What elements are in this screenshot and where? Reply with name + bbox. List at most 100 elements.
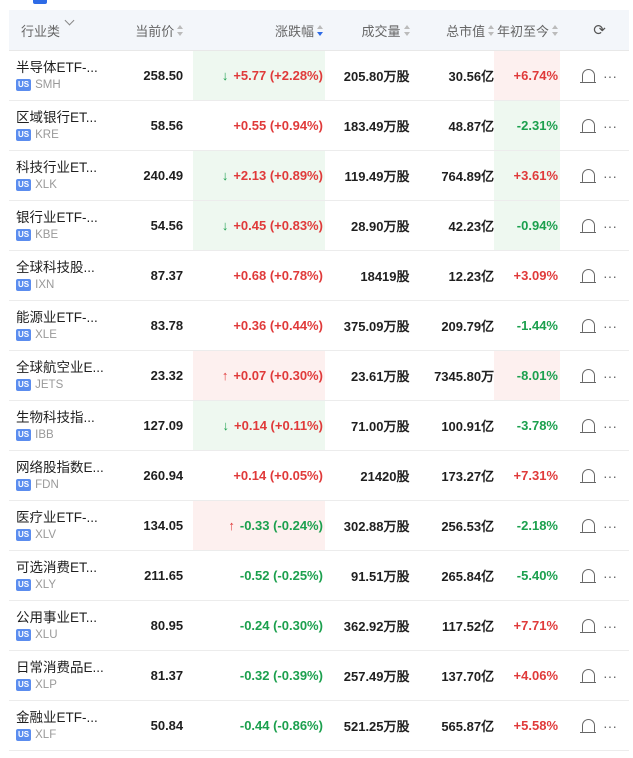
table-row[interactable]: 全球航空业E... US JETS 23.32 ↑ +0.07 (+0.30%)… xyxy=(9,351,629,401)
more-icon[interactable]: ··· xyxy=(603,368,617,384)
cap-cell: 173.27亿 xyxy=(410,451,494,500)
cap-cell: 209.79亿 xyxy=(410,301,494,350)
alert-bell-icon[interactable] xyxy=(580,419,596,433)
industry-filter[interactable]: 行业类 xyxy=(9,15,117,40)
change-cell: ↑ +0.07 (+0.30%) xyxy=(193,351,325,400)
alert-bell-icon[interactable] xyxy=(580,619,596,633)
more-icon[interactable]: ··· xyxy=(603,618,617,634)
sort-change[interactable]: 涨跌幅 xyxy=(193,21,325,40)
alert-bell-icon[interactable] xyxy=(580,219,596,233)
market-badge: US xyxy=(16,629,32,641)
sort-price[interactable]: 当前价 xyxy=(117,21,184,40)
change-cell: ↑ -0.33 (-0.24%) xyxy=(193,501,325,550)
volume-cell: 71.00万股 xyxy=(325,401,410,450)
ytd-cell: -3.78% xyxy=(494,401,560,450)
table-row[interactable]: 半导体ETF-... US SMH 258.50 ↓ +5.77 (+2.28%… xyxy=(9,51,629,101)
ytd-value: +5.58% xyxy=(513,718,558,733)
ytd-value: -8.01% xyxy=(516,368,558,383)
ytd-cell: -2.18% xyxy=(494,501,560,550)
table-row[interactable]: 网络股指数E... US FDN 260.94 +0.14 (+0.05%) 2… xyxy=(9,451,629,501)
sort-cap[interactable]: 总市值 xyxy=(410,21,495,40)
sort-desc-icon xyxy=(317,24,323,36)
market-badge: US xyxy=(16,679,32,691)
alert-bell-icon[interactable] xyxy=(580,119,596,133)
more-icon[interactable]: ··· xyxy=(603,568,617,584)
alert-bell-icon[interactable] xyxy=(580,319,596,333)
change-cell: ↓ +0.45 (+0.83%) xyxy=(193,201,325,250)
etf-name: 全球航空业E... xyxy=(16,360,104,375)
more-icon[interactable]: ··· xyxy=(603,218,617,234)
trend-arrow-icon: ↑ xyxy=(228,518,235,533)
etf-name: 科技行业ET... xyxy=(16,160,98,175)
volume-value: 375.09万股 xyxy=(343,319,410,334)
alert-bell-icon[interactable] xyxy=(580,69,596,83)
more-icon[interactable]: ··· xyxy=(603,718,617,734)
price-value: 50.84 xyxy=(150,718,184,733)
etf-name: 能源业ETF-... xyxy=(16,310,98,325)
cap-value: 12.23亿 xyxy=(448,269,495,284)
price-value: 211.65 xyxy=(144,568,184,583)
market-badge: US xyxy=(16,379,32,391)
row-actions: ··· xyxy=(560,51,629,100)
price-value: 23.32 xyxy=(150,368,184,383)
more-icon[interactable]: ··· xyxy=(603,468,617,484)
ytd-value: -3.78% xyxy=(516,418,558,433)
market-badge: US xyxy=(16,79,32,91)
table-row[interactable]: 银行业ETF-... US KBE 54.56 ↓ +0.45 (+0.83%)… xyxy=(9,201,629,251)
table-row[interactable]: 全球科技股... US IXN 87.37 +0.68 (+0.78%) 184… xyxy=(9,251,629,301)
volume-value: 257.49万股 xyxy=(343,669,410,684)
etf-code: KRE xyxy=(35,129,59,141)
etf-code: IXN xyxy=(35,279,55,291)
alert-bell-icon[interactable] xyxy=(580,569,596,583)
ytd-value: +7.31% xyxy=(513,468,558,483)
more-icon[interactable]: ··· xyxy=(603,68,617,84)
ytd-value: +3.61% xyxy=(513,168,558,183)
alert-bell-icon[interactable] xyxy=(580,469,596,483)
change-cell: ↓ +0.14 (+0.11%) xyxy=(193,401,325,450)
table-row[interactable]: 区域银行ET... US KRE 58.56 +0.55 (+0.94%) 18… xyxy=(9,101,629,151)
alert-bell-icon[interactable] xyxy=(580,519,596,533)
table-row[interactable]: 能源业ETF-... US XLE 83.78 +0.36 (+0.44%) 3… xyxy=(9,301,629,351)
refresh-button[interactable]: ⟳ xyxy=(560,21,629,39)
more-icon[interactable]: ··· xyxy=(603,168,617,184)
table-row[interactable]: 生物科技指... US IBB 127.09 ↓ +0.14 (+0.11%) … xyxy=(9,401,629,451)
table-row[interactable]: 日常消费品E... US XLP 81.37 -0.32 (-0.39%) 25… xyxy=(9,651,629,701)
etf-name: 全球科技股... xyxy=(16,260,95,275)
more-icon[interactable]: ··· xyxy=(603,318,617,334)
volume-cell: 91.51万股 xyxy=(325,551,410,600)
ytd-value: +4.06% xyxy=(513,668,558,683)
more-icon[interactable]: ··· xyxy=(603,118,617,134)
price-cell: 83.78 xyxy=(117,301,184,350)
volume-cell: 257.49万股 xyxy=(325,651,410,700)
table-row[interactable]: 科技行业ET... US XLK 240.49 ↓ +2.13 (+0.89%)… xyxy=(9,151,629,201)
trend-arrow-icon: ↓ xyxy=(221,168,229,183)
ytd-value: -5.40% xyxy=(516,568,558,583)
more-icon[interactable]: ··· xyxy=(603,268,617,284)
cap-value: 256.53亿 xyxy=(441,519,495,534)
etf-code: XLK xyxy=(35,179,57,191)
price-cell: 50.84 xyxy=(117,701,184,750)
alert-bell-icon[interactable] xyxy=(580,369,596,383)
table-row[interactable]: 公用事业ET... US XLU 80.95 -0.24 (-0.30%) 36… xyxy=(9,601,629,651)
volume-cell: 18419股 xyxy=(325,251,409,300)
etf-code-line: US XLE xyxy=(16,329,57,341)
ytd-cell: -2.31% xyxy=(494,101,560,150)
ytd-value: -1.44% xyxy=(516,318,558,333)
change-cell: +0.36 (+0.44%) xyxy=(193,301,325,350)
sort-ytd[interactable]: 年初至今 xyxy=(494,21,560,40)
more-icon[interactable]: ··· xyxy=(603,518,617,534)
alert-bell-icon[interactable] xyxy=(580,669,596,683)
table-row[interactable]: 金融业ETF-... US XLF 50.84 -0.44 (-0.86%) 5… xyxy=(9,701,629,751)
more-icon[interactable]: ··· xyxy=(603,418,617,434)
trend-arrow-icon: ↓ xyxy=(221,218,229,233)
more-icon[interactable]: ··· xyxy=(603,668,617,684)
alert-bell-icon[interactable] xyxy=(580,269,596,283)
alert-bell-icon[interactable] xyxy=(580,169,596,183)
table-row[interactable]: 医疗业ETF-... US XLV 134.05 ↑ -0.33 (-0.24%… xyxy=(9,501,629,551)
etf-name-cell: 能源业ETF-... US XLE xyxy=(9,301,117,350)
sort-volume[interactable]: 成交量 xyxy=(325,21,410,40)
alert-bell-icon[interactable] xyxy=(580,719,596,733)
etf-name-cell: 金融业ETF-... US XLF xyxy=(9,701,117,750)
change-value: +5.77 (+2.28%) xyxy=(233,68,323,83)
table-row[interactable]: 可选消费ET... US XLY 211.65 -0.52 (-0.25%) 9… xyxy=(9,551,629,601)
